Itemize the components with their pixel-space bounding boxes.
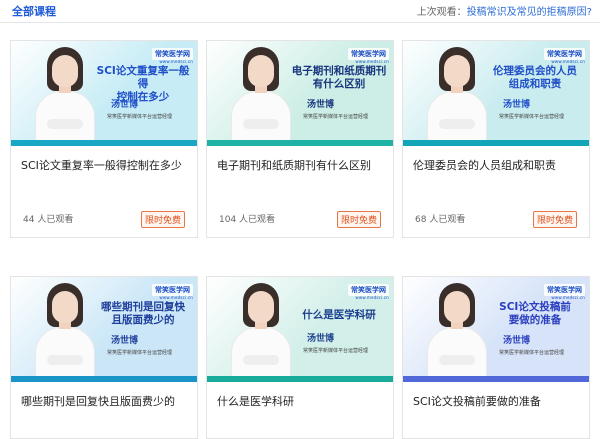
banner-line: 有什么区别 [312, 78, 366, 90]
course-title[interactable]: SCI论文重复率一般得控制在多少 [21, 157, 182, 173]
thumbnail-stripe [403, 376, 589, 382]
banner-line: 什么是医学科研 [302, 309, 376, 321]
lecturer-photo [231, 47, 291, 146]
banner-title: 什么是医学科研 [289, 309, 389, 322]
banner-line: 控制在多少 [116, 91, 170, 103]
lecturer-role: 常笑医学新媒体平台运营经理 [303, 114, 369, 120]
view-count: 44 人已观看 [23, 215, 74, 225]
course-title[interactable]: 电子期刊和纸质期刊有什么区别 [217, 157, 371, 173]
course-card[interactable]: 常笑医学网 www.medsci.cn 伦理委员会的人员 组成和职责 汤世博 常… [402, 40, 590, 238]
course-card[interactable]: 常笑医学网 www.medsci.cn SCI论文投稿前 要做的准备 汤世博 常… [402, 276, 590, 439]
thumbnail-stripe [207, 376, 393, 382]
brand-url: www.medsci.cn [355, 295, 389, 300]
thumbnail-stripe [11, 140, 197, 146]
course-card[interactable]: 常笑医学网 www.medsci.cn SCI论文重复率一般得 控制在多少 汤世… [10, 40, 198, 238]
banner-line: SCI论文重复率一般得 [96, 65, 190, 90]
banner-title: SCI论文投稿前 要做的准备 [485, 301, 585, 327]
lecturer-role: 常笑医学新媒体平台运营经理 [107, 114, 173, 120]
brand-url: www.medsci.cn [159, 295, 193, 300]
brand-url: www.medsci.cn [551, 295, 585, 300]
banner-line: 组成和职责 [508, 78, 562, 90]
lecturer-role: 常笑医学新媒体平台运营经理 [499, 350, 565, 356]
course-thumbnail[interactable]: 常笑医学网 www.medsci.cn 哪些期刊是回复快 且版面费少的 汤世博 … [11, 277, 197, 382]
banner-line: 要做的准备 [508, 314, 562, 326]
course-thumbnail[interactable]: 常笑医学网 www.medsci.cn 什么是医学科研 汤世博 常笑医学新媒体平… [207, 277, 393, 382]
course-title[interactable]: 伦理委员会的人员组成和职责 [413, 157, 556, 173]
lecturer-role: 常笑医学新媒体平台运营经理 [303, 348, 369, 354]
lecturer-photo [35, 283, 95, 382]
banner-line: 且版面费少的 [111, 314, 175, 326]
free-badge: 限时免费 [336, 211, 381, 228]
lecturer-name: 汤世博 [307, 100, 335, 110]
banner-line: 电子期刊和纸质期刊 [291, 65, 387, 77]
lecturer-photo [35, 47, 95, 146]
recent-label: 上次观看： [416, 7, 467, 18]
course-thumbnail[interactable]: 常笑医学网 www.medsci.cn SCI论文投稿前 要做的准备 汤世博 常… [403, 277, 589, 382]
lecturer-name: 汤世博 [307, 334, 335, 344]
lecturer-name: 汤世博 [503, 336, 531, 346]
course-grid: 常笑医学网 www.medsci.cn SCI论文重复率一般得 控制在多少 汤世… [10, 40, 594, 439]
brand-url: www.medsci.cn [355, 59, 389, 64]
course-thumbnail[interactable]: 常笑医学网 www.medsci.cn SCI论文重复率一般得 控制在多少 汤世… [11, 41, 197, 146]
brand-url: www.medsci.cn [551, 59, 585, 64]
lecturer-photo [231, 283, 291, 382]
banner-line: SCI论文投稿前 [499, 301, 571, 313]
course-title[interactable]: 哪些期刊是回复快且版面费少的 [21, 393, 175, 409]
course-card[interactable]: 常笑医学网 www.medsci.cn 电子期刊和纸质期刊 有什么区别 汤世博 … [206, 40, 394, 238]
banner-line: 伦理委员会的人员 [493, 65, 577, 77]
lecturer-photo [427, 283, 487, 382]
page-header: 全部课程 上次观看：投稿常识及常见的拒稿原因? [0, 0, 600, 22]
recently-viewed: 上次观看：投稿常识及常见的拒稿原因? [417, 3, 592, 18]
free-badge: 限时免费 [140, 211, 185, 228]
lecturer-name: 汤世博 [111, 100, 139, 110]
banner-title: 电子期刊和纸质期刊 有什么区别 [289, 65, 389, 91]
banner-title: SCI论文重复率一般得 控制在多少 [93, 65, 193, 104]
thumbnail-stripe [207, 140, 393, 146]
banner-title: 哪些期刊是回复快 且版面费少的 [93, 301, 193, 327]
course-card[interactable]: 常笑医学网 www.medsci.cn 什么是医学科研 汤世博 常笑医学新媒体平… [206, 276, 394, 439]
banner-title: 伦理委员会的人员 组成和职责 [485, 65, 585, 91]
lecturer-name: 汤世博 [111, 336, 139, 346]
course-card[interactable]: 常笑医学网 www.medsci.cn 哪些期刊是回复快 且版面费少的 汤世博 … [10, 276, 198, 439]
thumbnail-stripe [403, 140, 589, 146]
brand-url: www.medsci.cn [159, 59, 193, 64]
view-count: 68 人已观看 [415, 215, 466, 225]
section-title: 全部课程 [12, 5, 56, 18]
course-thumbnail[interactable]: 常笑医学网 www.medsci.cn 伦理委员会的人员 组成和职责 汤世博 常… [403, 41, 589, 146]
banner-line: 哪些期刊是回复快 [101, 301, 185, 313]
course-title[interactable]: SCI论文投稿前要做的准备 [413, 393, 541, 409]
lecturer-role: 常笑医学新媒体平台运营经理 [107, 350, 173, 356]
header-divider [0, 22, 600, 23]
recent-course-link[interactable]: 投稿常识及常见的拒稿原因? [467, 7, 592, 18]
free-badge: 限时免费 [532, 211, 577, 228]
thumbnail-stripe [11, 376, 197, 382]
lecturer-photo [427, 47, 487, 146]
lecturer-role: 常笑医学新媒体平台运营经理 [499, 114, 565, 120]
view-count: 104 人已观看 [219, 215, 276, 225]
lecturer-name: 汤世博 [503, 100, 531, 110]
course-thumbnail[interactable]: 常笑医学网 www.medsci.cn 电子期刊和纸质期刊 有什么区别 汤世博 … [207, 41, 393, 146]
course-title[interactable]: 什么是医学科研 [217, 393, 294, 409]
